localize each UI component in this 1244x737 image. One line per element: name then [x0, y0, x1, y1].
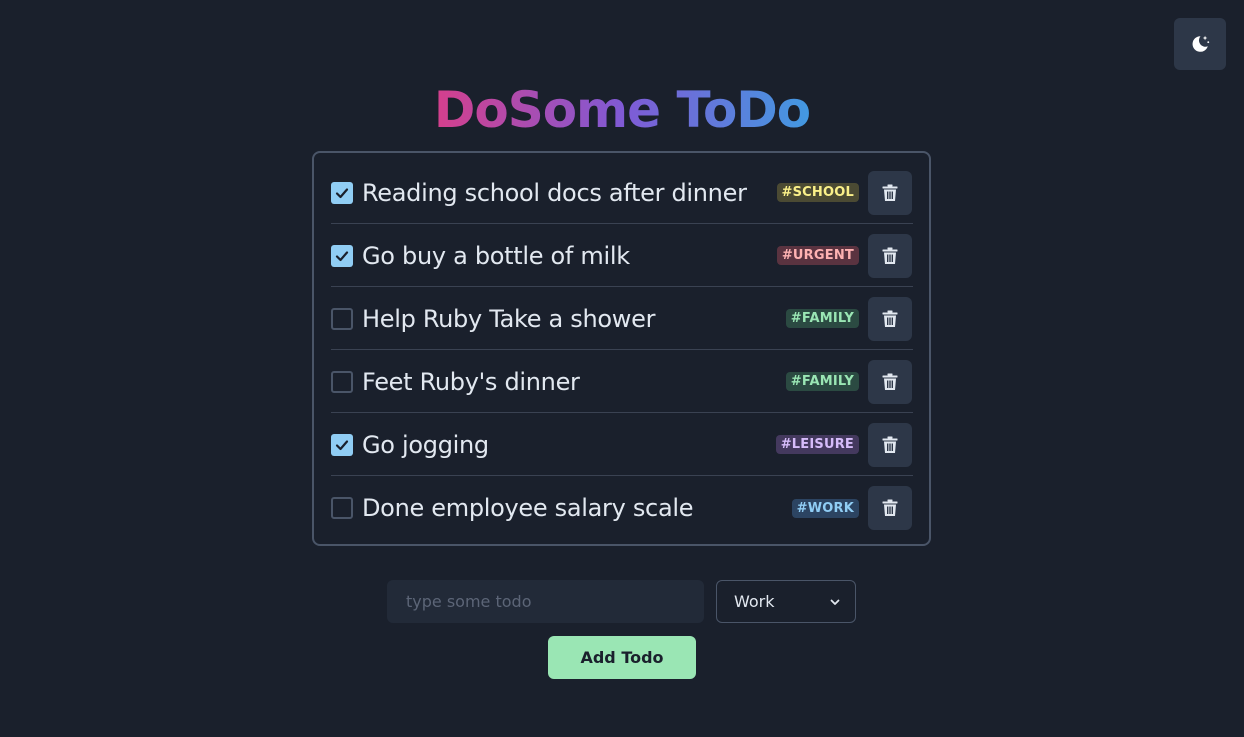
trash-icon	[882, 247, 898, 264]
delete-todo-button[interactable]	[868, 296, 912, 341]
todo-text: Help Ruby Take a shower	[362, 304, 656, 333]
todo-tag: #FAMILY	[785, 372, 859, 391]
trash-icon	[882, 184, 898, 201]
chevron-down-icon	[830, 599, 840, 605]
todo-checkbox[interactable]	[331, 181, 353, 204]
delete-todo-button[interactable]	[868, 170, 912, 215]
trash-icon	[882, 499, 898, 516]
trash-icon	[882, 310, 898, 327]
app-title: DoSome ToDo	[0, 80, 1244, 140]
delete-todo-button[interactable]	[868, 233, 912, 278]
todo-tag: #LEISURE	[775, 435, 859, 454]
todo-tag: #FAMILY	[785, 309, 859, 328]
theme-toggle-button[interactable]	[1174, 18, 1226, 70]
add-todo-button[interactable]: Add Todo	[548, 636, 696, 679]
todo-checkbox[interactable]	[331, 433, 353, 456]
todo-item: Done employee salary scale #WORK	[331, 477, 913, 539]
trash-icon	[882, 373, 898, 390]
todo-item: Help Ruby Take a shower #FAMILY	[331, 288, 913, 350]
todo-checkbox[interactable]	[331, 307, 353, 330]
category-select[interactable]: Work	[716, 580, 856, 623]
todo-item: Feet Ruby's dinner #FAMILY	[331, 351, 913, 413]
todo-text: Feet Ruby's dinner	[362, 367, 580, 396]
todo-tag: #WORK	[791, 498, 859, 518]
todo-input[interactable]	[387, 580, 704, 623]
todo-item: Go buy a bottle of milk #URGENT	[331, 225, 913, 287]
delete-todo-button[interactable]	[868, 486, 912, 530]
todo-checkbox[interactable]	[331, 497, 353, 519]
todo-item: Go jogging #LEISURE	[331, 414, 913, 476]
check-icon	[335, 187, 349, 198]
todo-list: Reading school docs after dinner #SCHOOL…	[312, 151, 931, 546]
todo-item: Reading school docs after dinner #SCHOOL	[331, 162, 913, 224]
todo-text: Reading school docs after dinner	[362, 178, 747, 207]
todo-tag: #SCHOOL	[776, 183, 859, 202]
todo-text: Done employee salary scale	[362, 494, 694, 522]
moon-stars-icon	[1192, 35, 1210, 52]
check-icon	[335, 439, 349, 450]
app-title-text: DoSome ToDo	[433, 81, 811, 139]
category-select-value: Work	[734, 592, 775, 611]
todo-checkbox[interactable]	[331, 370, 353, 393]
trash-icon	[882, 436, 898, 453]
todo-checkbox[interactable]	[331, 244, 353, 267]
check-icon	[335, 250, 349, 261]
delete-todo-button[interactable]	[868, 359, 912, 404]
todo-text: Go jogging	[362, 430, 489, 459]
todo-tag: #URGENT	[776, 246, 859, 265]
todo-text: Go buy a bottle of milk	[362, 241, 630, 270]
delete-todo-button[interactable]	[868, 422, 912, 467]
